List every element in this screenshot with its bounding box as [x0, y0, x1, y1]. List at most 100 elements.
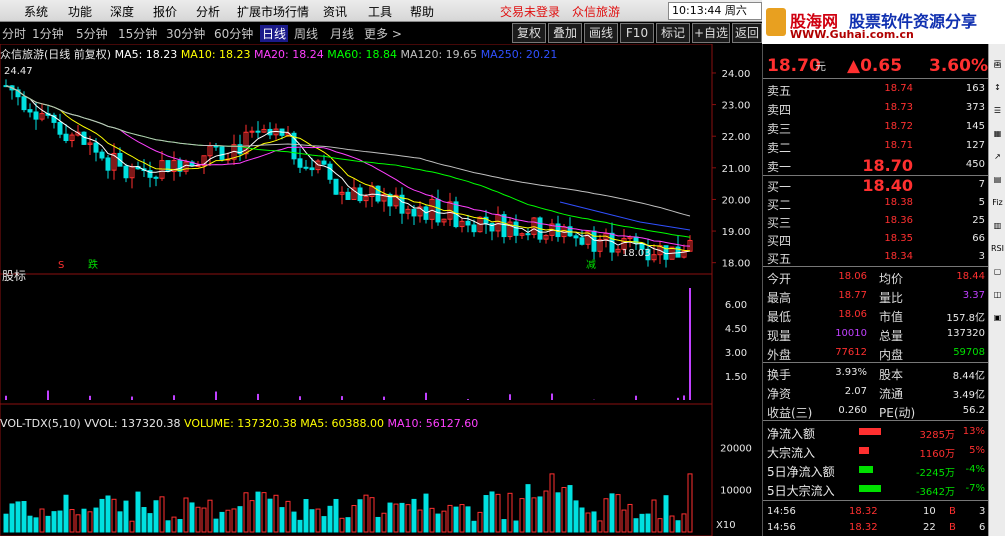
tab-30min[interactable]: 30分钟: [166, 25, 205, 42]
volume-bar: [177, 519, 183, 533]
sidebar-tool-icon[interactable]: ▦: [991, 127, 1004, 141]
volume-bar: [645, 513, 651, 533]
menu-quote[interactable]: 报价: [153, 3, 177, 20]
order-book-row[interactable]: 买一 18.40 7: [763, 176, 989, 195]
price-unit: 元: [815, 60, 826, 73]
volume-bar: [45, 515, 51, 533]
mark-button[interactable]: 标记: [656, 23, 690, 43]
tab-timeshare[interactable]: 分时: [2, 25, 26, 42]
volume-bar: [513, 520, 519, 533]
volume-bar: [675, 520, 681, 533]
order-price: 18.71: [884, 140, 913, 151]
sidebar-tool-icon[interactable]: ↗: [991, 150, 1004, 164]
menu-depth[interactable]: 深度: [110, 3, 134, 20]
flow-label: 大宗流入: [767, 446, 816, 460]
order-book-row[interactable]: 买四 18.35 66: [763, 230, 989, 249]
sidebar-tool-icon[interactable]: ▥: [991, 219, 1004, 233]
stat-value: 3.37: [962, 290, 985, 301]
tick-flag: B: [949, 522, 956, 533]
sidebar-tool-icon[interactable]: ◫: [991, 288, 1004, 302]
adjust-button[interactable]: 复权: [512, 23, 546, 43]
menu-analysis[interactable]: 分析: [196, 3, 220, 20]
sidebar-tool-icon[interactable]: 画: [991, 58, 1004, 72]
order-book-row[interactable]: 买五 18.34 3: [763, 248, 989, 267]
candle-body: [321, 160, 327, 165]
tab-weekly[interactable]: 周线: [294, 25, 318, 42]
sidebar-tool-icon[interactable]: RSI: [991, 242, 1004, 256]
overlay-button[interactable]: 叠加: [548, 23, 582, 43]
indicator-bar: [383, 396, 385, 400]
tab-monthly[interactable]: 月线: [330, 25, 354, 42]
indicator-bar: [215, 391, 217, 400]
tab-1min[interactable]: 1分钟: [32, 25, 64, 42]
volume-bar: [297, 519, 303, 533]
menu-help[interactable]: 帮助: [410, 3, 434, 20]
draw-line-button[interactable]: 画线: [584, 23, 618, 43]
flow-pct: 5%: [969, 445, 985, 456]
volume-bar: [651, 499, 657, 533]
back-button[interactable]: 返回: [732, 23, 762, 43]
indicator-bar: [683, 395, 685, 400]
candlestick-series: [3, 79, 693, 268]
trade-login-status[interactable]: 交易未登录: [500, 3, 560, 20]
stat-value: 137320: [946, 328, 985, 339]
sidebar-tool-icon[interactable]: ☰: [991, 104, 1004, 118]
sidebar-tool-icon[interactable]: ▤: [991, 173, 1004, 187]
stat-label: 内盘: [879, 348, 904, 362]
kline-chart-area[interactable]: 24.00 23.00 22.00 21.00 20.00 19.00 18.00 6.00…: [0, 43, 762, 536]
price-axis-label: 24.00: [722, 69, 751, 80]
indicator-axis-label: 6.00: [725, 300, 747, 311]
volume-bar: [333, 498, 339, 533]
menu-extended-market[interactable]: 扩展市场行情: [237, 3, 309, 20]
order-book-row[interactable]: 买三 18.36 25: [763, 212, 989, 231]
sidebar-tool-icon[interactable]: Fiz: [991, 196, 1004, 210]
indicator-bar: [47, 390, 49, 400]
f10-button[interactable]: F10: [620, 23, 654, 43]
tick-volume: 10: [923, 506, 936, 517]
stat-row: 换手 3.93% 股本 8.44亿: [763, 364, 989, 383]
order-book-row[interactable]: 卖一 18.70 450: [763, 156, 989, 175]
sidebar-tool-icon[interactable]: ▢: [991, 265, 1004, 279]
indicator-bar: [5, 395, 7, 400]
flow-value: 3285万: [919, 430, 955, 441]
tab-60min[interactable]: 60分钟: [214, 25, 253, 42]
volume-bar: [111, 498, 117, 533]
order-book-row[interactable]: 卖二 18.71 127: [763, 137, 989, 156]
volume-bar: [147, 513, 153, 533]
indicator-axis: 6.00 4.50 3.00 1.50: [725, 300, 747, 383]
menu-tools[interactable]: 工具: [368, 3, 392, 20]
add-watchlist-button[interactable]: +自选: [692, 23, 730, 43]
tab-5min[interactable]: 5分钟: [76, 25, 108, 42]
stat-value: 77612: [835, 347, 867, 358]
menu-news[interactable]: 资讯: [323, 3, 347, 20]
volume-bar: [501, 519, 507, 533]
candle-body: [21, 96, 27, 111]
order-book-row[interactable]: 卖三 18.72 145: [763, 118, 989, 137]
order-book-row[interactable]: 卖五 18.74 163: [763, 80, 989, 99]
menu-function[interactable]: 功能: [68, 3, 92, 20]
brand-logo: [766, 8, 786, 36]
candle-body: [165, 160, 171, 172]
tab-15min[interactable]: 15分钟: [118, 25, 157, 42]
sidebar-tool-icon[interactable]: ▣: [991, 311, 1004, 325]
sidebar-tool-icon[interactable]: ↕: [991, 81, 1004, 95]
tick-price: 18.32: [849, 506, 878, 517]
candle-body: [81, 131, 87, 145]
vol-indicator-name: VOL-TDX(5,10): [0, 417, 81, 430]
candle-body: [153, 176, 159, 179]
order-book-row[interactable]: 买二 18.38 5: [763, 194, 989, 213]
volume-bar: [579, 507, 585, 533]
candle-body: [105, 157, 111, 171]
brand-url: WWW.Guhai.com.cn: [790, 28, 914, 41]
order-book-row[interactable]: 卖四 18.73 373: [763, 99, 989, 118]
divider: [763, 362, 989, 363]
tick-row: 14:56 18.32 10 B 3: [763, 504, 989, 520]
flow-label: 5日净流入额: [767, 465, 835, 479]
vol-ma10-value: MA10: 56127.60: [387, 417, 479, 430]
kline-chart[interactable]: 24.00 23.00 22.00 21.00 20.00 19.00 18.00 6.00…: [0, 43, 762, 536]
menu-system[interactable]: 系统: [24, 3, 48, 20]
candle-body: [63, 133, 69, 142]
tab-daily[interactable]: 日线: [260, 25, 289, 42]
tab-more[interactable]: 更多 >: [364, 25, 402, 42]
volume-bar: [27, 515, 33, 533]
